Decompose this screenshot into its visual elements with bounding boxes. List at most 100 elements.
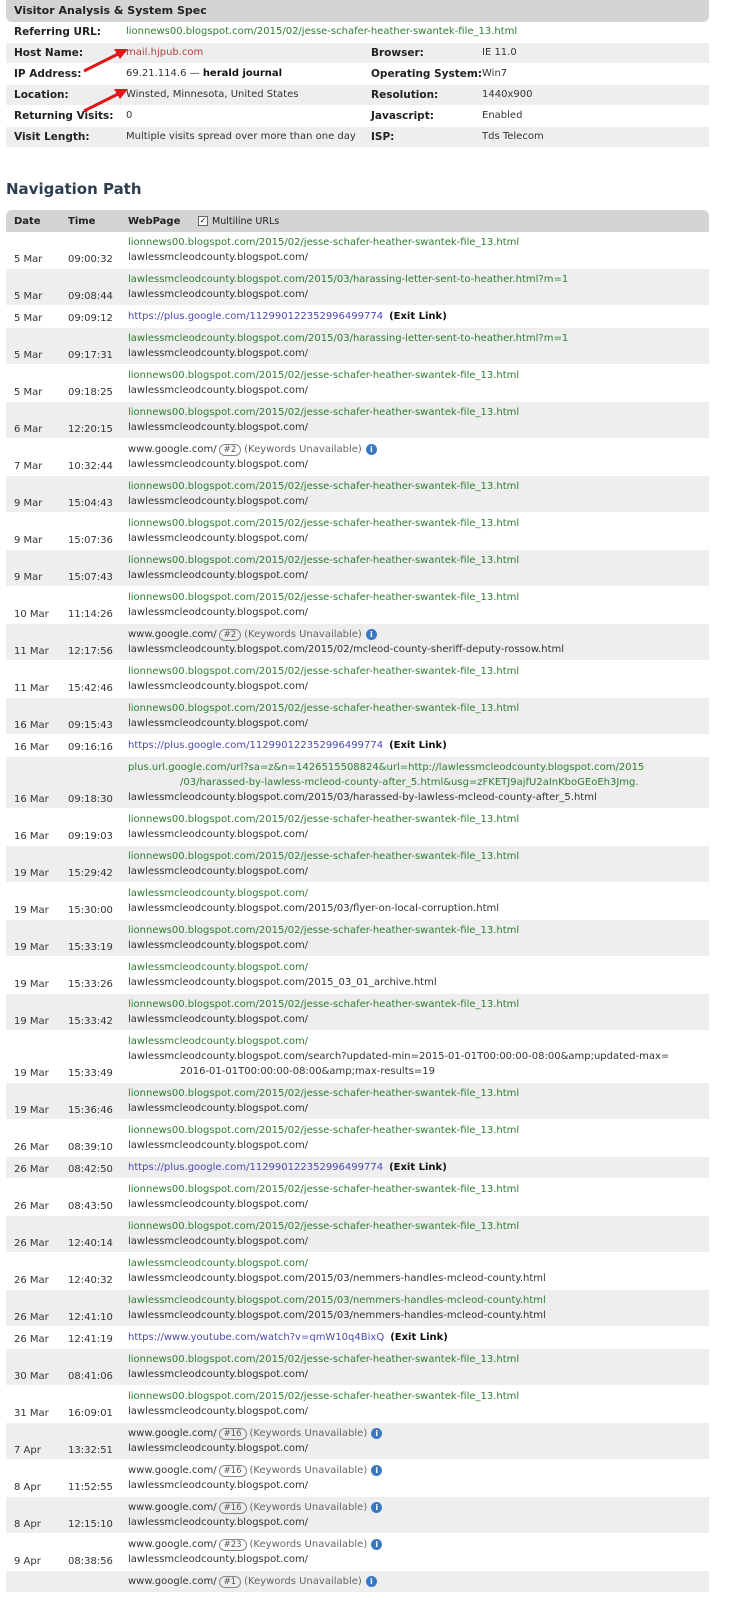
page-url-link[interactable]: lionnews00.blogspot.com/2015/02/jesse-sc… xyxy=(128,925,519,936)
page-url-link[interactable]: lawlessmcleodcounty.blogspot.com/ xyxy=(128,1480,308,1491)
page-url-link[interactable]: lawlessmcleodcounty.blogspot.com/ xyxy=(128,289,308,300)
page-url-link[interactable]: lawlessmcleodcounty.blogspot.com/ xyxy=(128,422,308,433)
page-url-link[interactable]: lionnews00.blogspot.com/2015/02/jesse-sc… xyxy=(128,237,519,248)
search-rank-badge: #1 xyxy=(218,1576,242,1588)
page-url-link[interactable]: lawlessmcleodcounty.blogspot.com/ xyxy=(128,459,308,470)
search-rank-badge: #23 xyxy=(218,1539,247,1551)
webpage-cell: lionnews00.blogspot.com/2015/02/jesse-sc… xyxy=(128,809,709,845)
page-url-link[interactable]: lawlessmcleodcounty.blogspot.com/ xyxy=(128,866,308,877)
page-url-link[interactable]: lawlessmcleodcounty.blogspot.com/2015_03… xyxy=(128,977,437,988)
page-url-link[interactable]: lionnews00.blogspot.com/2015/02/jesse-sc… xyxy=(128,481,519,492)
page-url-link[interactable]: lawlessmcleodcounty.blogspot.com/2015/03… xyxy=(128,1295,546,1306)
exit-url-link[interactable]: https://plus.google.com/1129901223529964… xyxy=(128,740,383,751)
page-url-link[interactable]: www.google.com/ xyxy=(128,1428,217,1439)
page-url-link[interactable]: lionnews00.blogspot.com/2015/02/jesse-sc… xyxy=(128,1221,519,1232)
host-name-value[interactable]: mail.hjpub.com xyxy=(126,47,203,58)
page-url-link[interactable]: www.google.com/ xyxy=(128,629,217,640)
exit-url-link[interactable]: https://plus.google.com/1129901223529964… xyxy=(128,311,383,322)
exit-url-link[interactable]: https://plus.google.com/1129901223529964… xyxy=(128,1162,383,1173)
page-url-link[interactable]: lawlessmcleodcounty.blogspot.com/ xyxy=(128,570,308,581)
keywords-unavailable-label: (Keywords Unavailable) xyxy=(244,629,362,640)
webpage-line: lionnews00.blogspot.com/2015/02/jesse-sc… xyxy=(128,997,709,1012)
page-url-link[interactable]: lawlessmcleodcounty.blogspot.com/ xyxy=(128,1199,308,1210)
page-url-link[interactable]: lawlessmcleodcounty.blogspot.com/ xyxy=(128,1369,308,1380)
page-url-link[interactable]: plus.url.google.com/url?sa=z&n=142651550… xyxy=(128,762,644,773)
page-url-link[interactable]: lawlessmcleodcounty.blogspot.com/ xyxy=(128,1517,308,1528)
page-url-link[interactable]: lawlessmcleodcounty.blogspot.com/ xyxy=(128,533,308,544)
page-url-link[interactable]: lionnews00.blogspot.com/2015/02/jesse-sc… xyxy=(128,703,519,714)
page-url-link[interactable]: lawlessmcleodcounty.blogspot.com/ xyxy=(128,1140,308,1151)
page-url-link[interactable]: lawlessmcleodcounty.blogspot.com/2015/03… xyxy=(128,792,597,803)
page-url-link[interactable]: lionnews00.blogspot.com/2015/02/jesse-sc… xyxy=(128,592,519,603)
page-url-link[interactable]: lionnews00.blogspot.com/2015/02/jesse-sc… xyxy=(128,1125,519,1136)
referring-url-link[interactable]: lionnews00.blogspot.com/2015/02/jesse-sc… xyxy=(126,26,517,37)
page-url-link[interactable]: lawlessmcleodcounty.blogspot.com/2015/03… xyxy=(128,333,568,344)
page-url-link[interactable]: lawlessmcleodcounty.blogspot.com/2015/02… xyxy=(128,644,564,655)
page-url-link[interactable]: lawlessmcleodcounty.blogspot.com/ xyxy=(128,385,308,396)
page-url-link[interactable]: lionnews00.blogspot.com/2015/02/jesse-sc… xyxy=(128,407,519,418)
page-url-link[interactable]: lionnews00.blogspot.com/2015/02/jesse-sc… xyxy=(128,1391,519,1402)
page-url-link[interactable]: lionnews00.blogspot.com/2015/02/jesse-sc… xyxy=(128,999,519,1010)
page-url-link[interactable]: lawlessmcleodcounty.blogspot.com/ xyxy=(128,252,308,263)
page-url-link[interactable]: lawlessmcleodcounty.blogspot.com/ xyxy=(128,888,308,899)
page-url-link[interactable]: lawlessmcleodcounty.blogspot.com/2015/03… xyxy=(128,1310,546,1321)
info-icon[interactable]: i xyxy=(365,443,377,455)
info-icon[interactable]: i xyxy=(371,1501,383,1513)
info-icon[interactable]: i xyxy=(371,1464,383,1476)
page-url-link[interactable]: lawlessmcleodcounty.blogspot.com/ xyxy=(128,962,308,973)
page-url-link[interactable]: lionnews00.blogspot.com/2015/02/jesse-sc… xyxy=(128,1184,519,1195)
webpage-line: https://plus.google.com/1129901223529964… xyxy=(128,738,709,753)
multiline-urls-checkbox[interactable]: ✓ xyxy=(198,216,208,226)
page-url-link[interactable]: www.google.com/ xyxy=(128,444,217,455)
webpage-line: lionnews00.blogspot.com/2015/02/jesse-sc… xyxy=(128,516,709,531)
page-url-link[interactable]: lawlessmcleodcounty.blogspot.com/ xyxy=(128,681,308,692)
info-icon[interactable]: i xyxy=(371,1427,383,1439)
page-url-link[interactable]: lawlessmcleodcounty.blogspot.com/search?… xyxy=(128,1051,669,1062)
multiline-urls-label[interactable]: Multiline URLs xyxy=(212,216,279,227)
page-url-link[interactable]: lawlessmcleodcounty.blogspot.com/ xyxy=(128,607,308,618)
page-url-link[interactable]: www.google.com/ xyxy=(128,1576,217,1587)
info-icon[interactable]: i xyxy=(371,1538,383,1550)
page-url-link[interactable]: lawlessmcleodcounty.blogspot.com/ xyxy=(128,1236,308,1247)
page-url-link[interactable]: /03/harassed-by-lawless-mcleod-county-af… xyxy=(180,777,639,788)
page-url-link[interactable]: lawlessmcleodcounty.blogspot.com/2015/03… xyxy=(128,274,568,285)
page-url-link[interactable]: lawlessmcleodcounty.blogspot.com/ xyxy=(128,1014,308,1025)
page-url-link[interactable]: lionnews00.blogspot.com/2015/02/jesse-sc… xyxy=(128,518,519,529)
javascript-value: Enabled xyxy=(482,110,523,121)
page-url-link[interactable]: 2016-01-01T00:00:00-08:00&amp;max-result… xyxy=(180,1066,435,1077)
page-url-link[interactable]: lionnews00.blogspot.com/2015/02/jesse-sc… xyxy=(128,1354,519,1365)
page-url-link[interactable]: www.google.com/ xyxy=(128,1465,217,1476)
page-url-link[interactable]: lionnews00.blogspot.com/2015/02/jesse-sc… xyxy=(128,555,519,566)
webpage-cell: lionnews00.blogspot.com/2015/02/jesse-sc… xyxy=(128,232,709,268)
page-url-link[interactable]: www.google.com/ xyxy=(128,1502,217,1513)
visit-time: 15:33:19 xyxy=(68,942,113,953)
page-url-link[interactable]: lawlessmcleodcounty.blogspot.com/ xyxy=(128,1443,308,1454)
visit-date: 31 Mar xyxy=(14,1408,49,1419)
page-url-link[interactable]: lawlessmcleodcounty.blogspot.com/ xyxy=(128,829,308,840)
page-url-link[interactable]: lawlessmcleodcounty.blogspot.com/ xyxy=(128,1103,308,1114)
page-url-link[interactable]: lawlessmcleodcounty.blogspot.com/ xyxy=(128,940,308,951)
page-url-link[interactable]: www.google.com/ xyxy=(128,1539,217,1550)
page-url-link[interactable]: lionnews00.blogspot.com/2015/02/jesse-sc… xyxy=(128,814,519,825)
page-url-link[interactable]: lionnews00.blogspot.com/2015/02/jesse-sc… xyxy=(128,851,519,862)
page-url-link[interactable]: lionnews00.blogspot.com/2015/02/jesse-sc… xyxy=(128,666,519,677)
visit-date: 5 Mar xyxy=(14,387,43,398)
page-url-link[interactable]: lawlessmcleodcounty.blogspot.com/ xyxy=(128,1036,308,1047)
page-url-link[interactable]: lawlessmcleodcounty.blogspot.com/ xyxy=(128,1258,308,1269)
webpage-cell: plus.url.google.com/url?sa=z&n=142651550… xyxy=(128,757,709,808)
spec-panel-title: Visitor Analysis & System Spec xyxy=(14,4,207,17)
page-url-link[interactable]: lawlessmcleodcounty.blogspot.com/2015/03… xyxy=(128,1273,546,1284)
info-icon[interactable]: i xyxy=(365,1575,377,1587)
webpage-line: 2016-01-01T00:00:00-08:00&amp;max-result… xyxy=(128,1064,709,1079)
visit-time: 12:20:15 xyxy=(68,424,113,435)
page-url-link[interactable]: lionnews00.blogspot.com/2015/02/jesse-sc… xyxy=(128,370,519,381)
page-url-link[interactable]: lionnews00.blogspot.com/2015/02/jesse-sc… xyxy=(128,1088,519,1099)
info-icon[interactable]: i xyxy=(365,628,377,640)
page-url-link[interactable]: lawlessmcleodcounty.blogspot.com/ xyxy=(128,718,308,729)
exit-url-link[interactable]: https://www.youtube.com/watch?v=qmW10q4B… xyxy=(128,1332,384,1343)
page-url-link[interactable]: lawlessmcleodcounty.blogspot.com/ xyxy=(128,1554,308,1565)
page-url-link[interactable]: lawlessmcleodcounty.blogspot.com/ xyxy=(128,348,308,359)
page-url-link[interactable]: lawlessmcleodcounty.blogspot.com/2015/03… xyxy=(128,903,499,914)
page-url-link[interactable]: lawlessmcleodcounty.blogspot.com/ xyxy=(128,1406,308,1417)
page-url-link[interactable]: lawlessmcleodcounty.blogspot.com/ xyxy=(128,496,308,507)
